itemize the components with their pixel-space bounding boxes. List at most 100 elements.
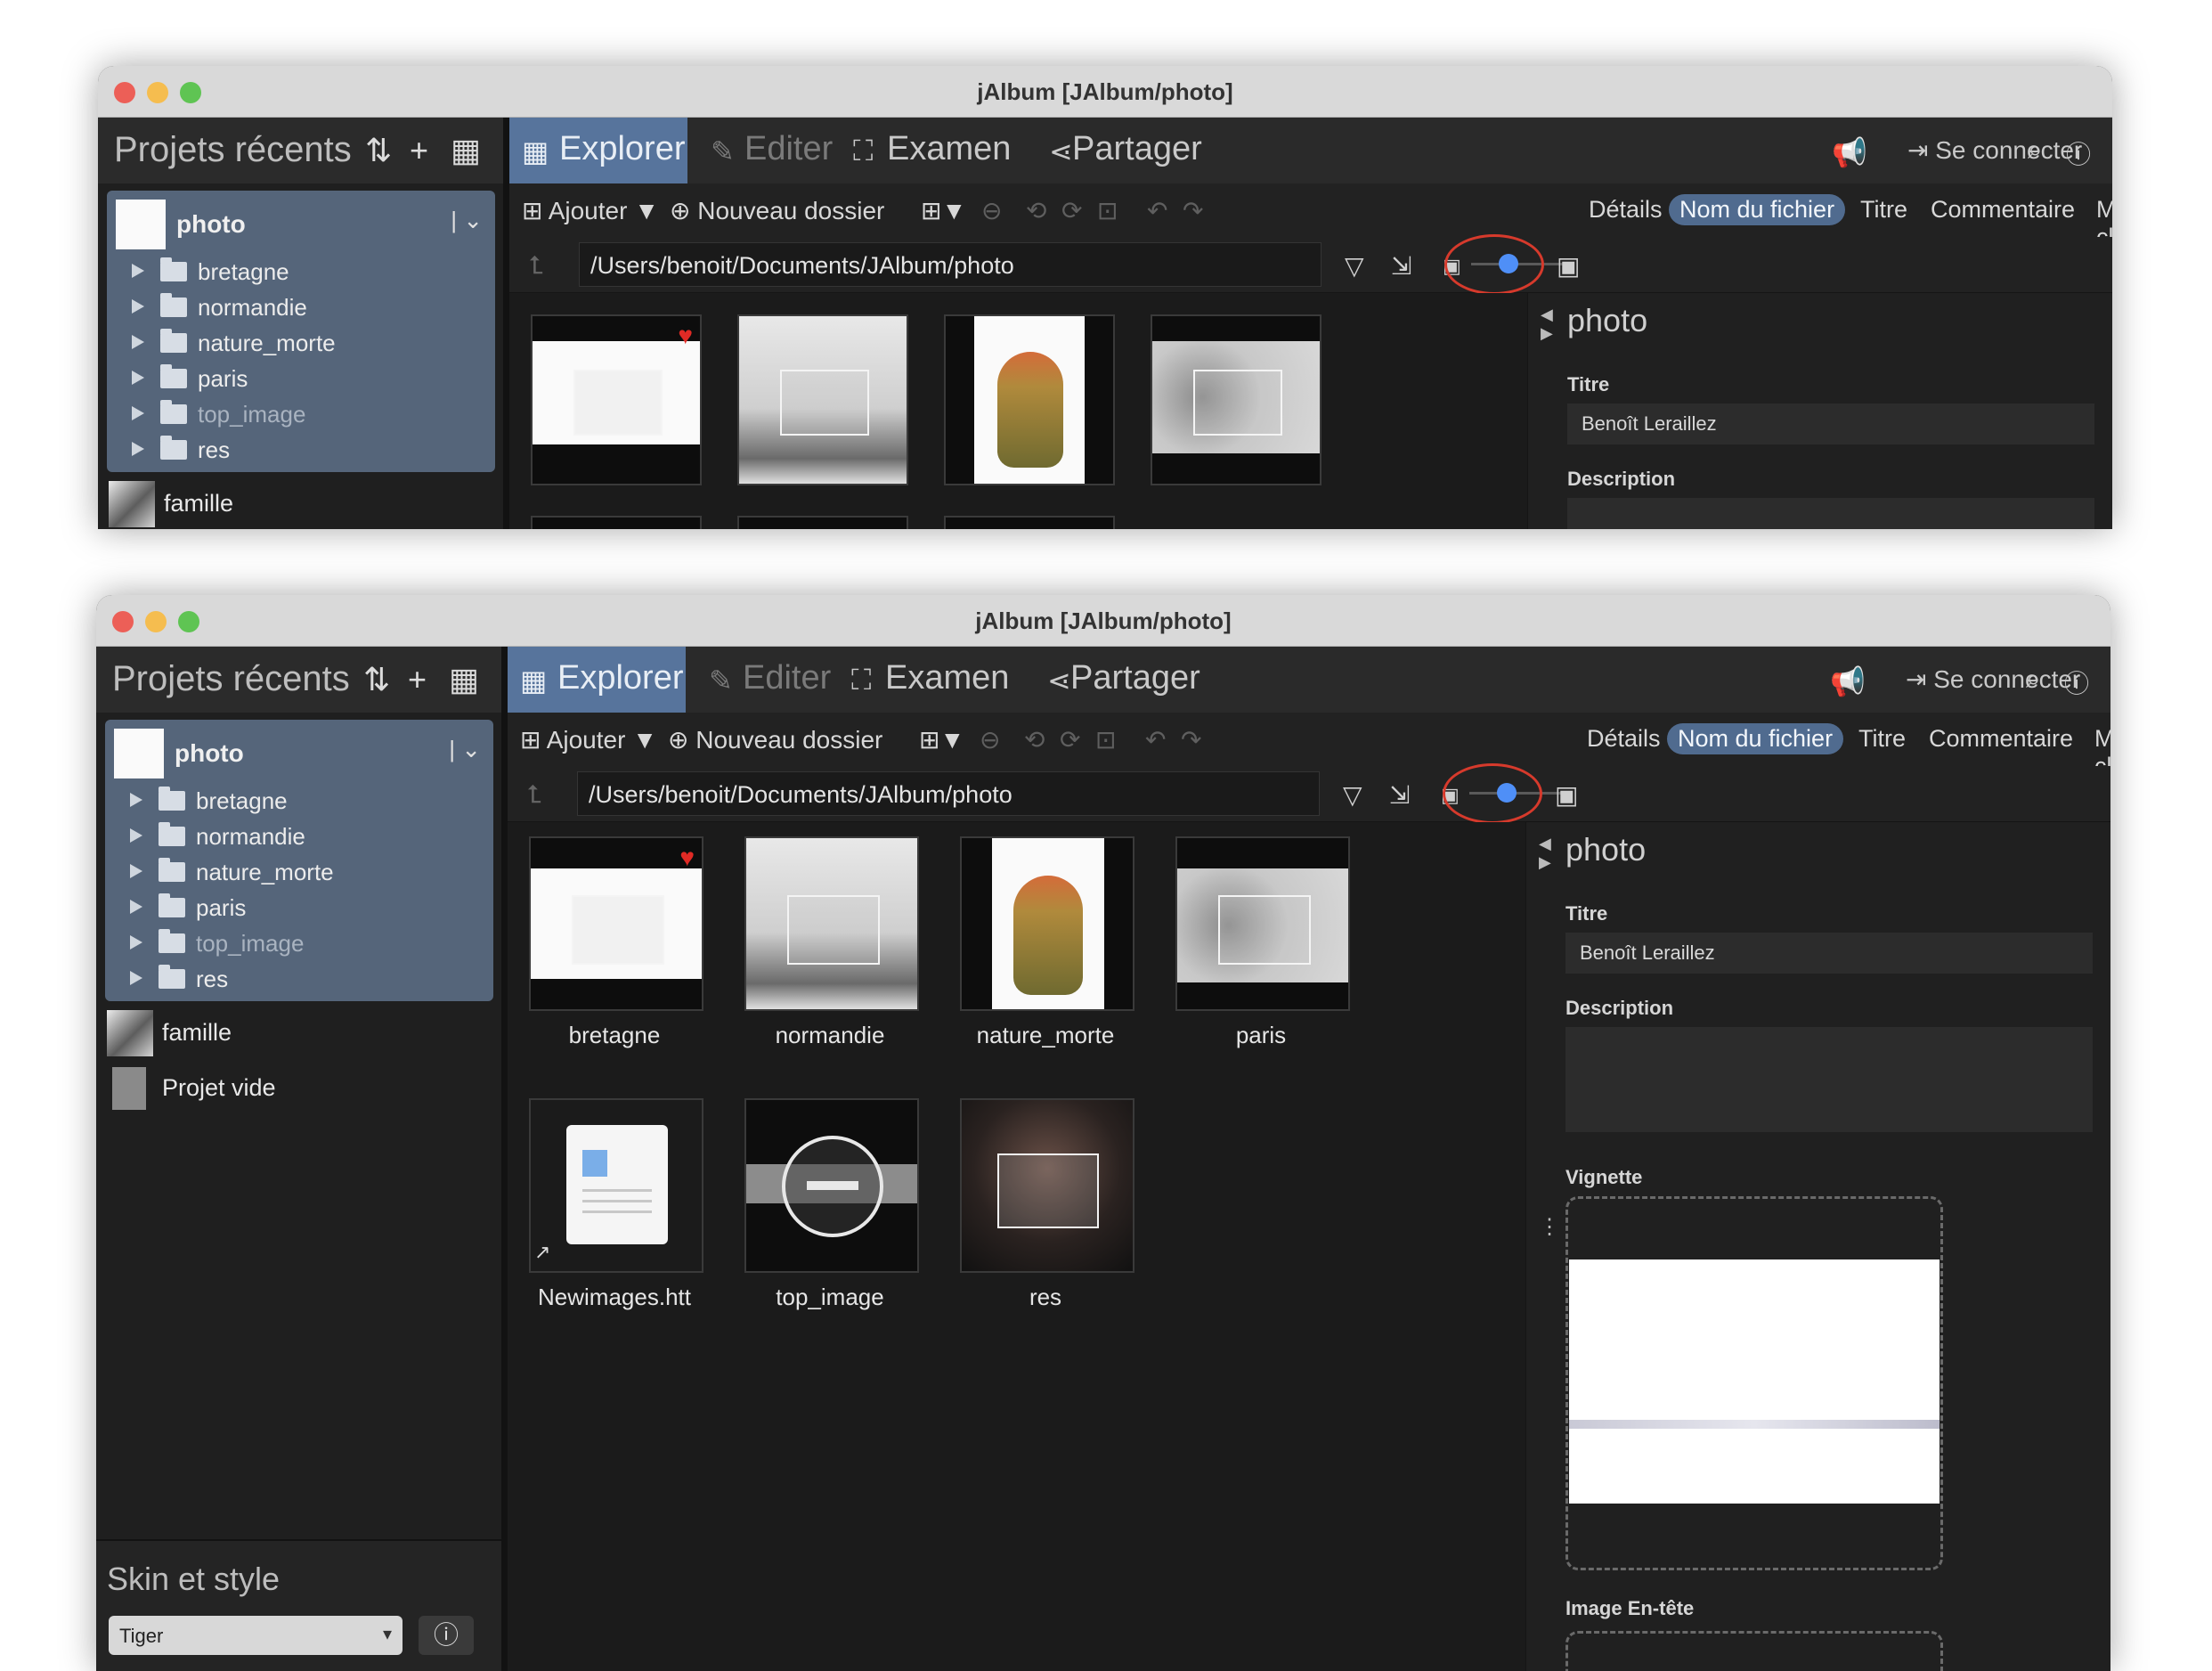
- expand-arrow-icon[interactable]: [132, 264, 144, 278]
- remove-icon[interactable]: ⊖: [980, 725, 1000, 754]
- rotate-left-icon[interactable]: ⟲: [1026, 196, 1046, 225]
- tab-examen[interactable]: ⛶ Examen: [839, 647, 1017, 713]
- expand-arrow-icon[interactable]: [132, 299, 144, 314]
- new-file-menu-icon[interactable]: ⊞▼: [919, 725, 964, 754]
- thumbnail-image: [960, 1098, 1134, 1273]
- tab-explorer[interactable]: ▦ Explorer: [508, 647, 686, 713]
- redo-icon[interactable]: ↷: [1183, 196, 1203, 225]
- tab-explorer[interactable]: ▦ Explorer: [509, 118, 687, 183]
- project-menu-chevron-icon[interactable]: | ⌄: [451, 207, 483, 234]
- refresh-icon[interactable]: ⊡: [1097, 196, 1118, 225]
- expand-arrow-icon[interactable]: [130, 900, 142, 914]
- search-icon[interactable]: ⌕: [2028, 135, 2043, 166]
- title-field[interactable]: Benoît Leraillez: [1565, 933, 2093, 974]
- title-field[interactable]: Benoît Leraillez: [1567, 403, 2094, 444]
- folder-icon: [159, 822, 185, 846]
- document-icon: [566, 1125, 668, 1244]
- expand-arrow-icon[interactable]: [132, 371, 144, 385]
- rotate-left-icon[interactable]: ⟲: [1024, 725, 1045, 754]
- splitter-handle-icon[interactable]: ⋮: [501, 1312, 519, 1343]
- window-title: jAlbum [JAlbum/photo]: [977, 78, 1233, 105]
- expand-arrow-icon[interactable]: [132, 335, 144, 349]
- add-icon[interactable]: +: [408, 661, 427, 698]
- search-icon[interactable]: ⌕: [2026, 664, 2041, 695]
- favorite-heart-icon[interactable]: ♥: [678, 322, 693, 350]
- add-icon[interactable]: +: [410, 132, 428, 169]
- parent-folder-icon[interactable]: ⮤: [529, 251, 544, 281]
- redo-icon[interactable]: ↷: [1181, 725, 1201, 754]
- connect-button[interactable]: ⇥ Se connecter: [1906, 664, 2080, 694]
- export-icon[interactable]: ⇲: [1389, 780, 1410, 810]
- new-file-menu-icon[interactable]: ⊞▼: [921, 196, 966, 225]
- sidebar-splitter[interactable]: [503, 118, 509, 529]
- skin-panel: Skin et style Tiger ▾ ⓘ: [96, 1539, 501, 1671]
- panel-splitter-handle-icon[interactable]: ⋮: [1539, 1214, 1560, 1240]
- tab-examen[interactable]: ⛶ Examen: [841, 118, 1019, 183]
- folder-icon: [159, 965, 185, 989]
- sort-icon[interactable]: ⇅: [365, 132, 392, 169]
- expand-arrow-icon[interactable]: [130, 971, 142, 985]
- undo-icon[interactable]: ↶: [1147, 196, 1167, 225]
- expand-arrow-icon[interactable]: [132, 406, 144, 420]
- filter-icon[interactable]: ▽: [1343, 780, 1362, 810]
- favorite-heart-icon[interactable]: ♥: [679, 844, 695, 872]
- sort-title[interactable]: Titre: [1848, 723, 1916, 754]
- thumbnail-drop-zone[interactable]: [1565, 1196, 1943, 1570]
- expand-arrow-icon[interactable]: [132, 442, 144, 456]
- announcement-icon[interactable]: 📢: [1832, 135, 1867, 169]
- help-icon[interactable]: ⓘ: [2064, 664, 2089, 700]
- tab-partager[interactable]: ⋖ Partager: [1037, 118, 1215, 183]
- grid-view-icon[interactable]: ▦: [451, 132, 481, 169]
- announcement-icon[interactable]: 📢: [1830, 664, 1866, 698]
- help-icon[interactable]: ⓘ: [2066, 135, 2091, 171]
- expand-arrow-icon[interactable]: [130, 864, 142, 878]
- sidebar-splitter[interactable]: [501, 647, 508, 1671]
- thumbnail-label: Vignette: [1565, 1166, 1643, 1188]
- undo-icon[interactable]: ↶: [1145, 725, 1166, 754]
- sort-details[interactable]: Détails: [1576, 723, 1671, 754]
- tab-editer[interactable]: ✎ Editer: [696, 647, 831, 713]
- header-image-drop-zone[interactable]: [1565, 1631, 1943, 1671]
- folder-icon: [160, 293, 187, 317]
- path-field[interactable]: /Users/benoit/Documents/JAlbum/photo: [579, 242, 1322, 287]
- sort-filename[interactable]: Nom du fichier: [1667, 723, 1844, 754]
- export-icon[interactable]: ⇲: [1391, 251, 1411, 281]
- add-button[interactable]: ⊞ Ajouter ▼: [520, 725, 657, 754]
- expand-arrow-icon[interactable]: [130, 828, 142, 843]
- sort-details[interactable]: Détails: [1578, 194, 1673, 225]
- refresh-icon[interactable]: ⊡: [1095, 725, 1116, 754]
- sort-title[interactable]: Titre: [1850, 194, 1918, 225]
- tab-editer[interactable]: ✎ Editer: [698, 118, 833, 183]
- sort-icon[interactable]: ⇅: [363, 661, 390, 698]
- folder-name: photo: [1565, 831, 1647, 868]
- project-menu-chevron-icon[interactable]: | ⌄: [449, 736, 481, 763]
- sort-comment[interactable]: Commentaire: [1920, 194, 2086, 225]
- sort-filename[interactable]: Nom du fichier: [1669, 194, 1846, 225]
- remove-icon[interactable]: ⊖: [981, 196, 1002, 225]
- skin-select[interactable]: Tiger ▾: [109, 1616, 403, 1655]
- expand-arrow-icon[interactable]: [130, 935, 142, 950]
- collapse-arrows-icon[interactable]: ◀ ▶: [1539, 835, 1551, 872]
- connect-button[interactable]: ⇥ Se connecter: [1907, 135, 2082, 165]
- add-button[interactable]: ⊞ Ajouter ▼: [522, 196, 659, 225]
- collapse-arrows-icon[interactable]: ◀ ▶: [1541, 306, 1553, 343]
- rotate-right-icon[interactable]: ⟳: [1061, 196, 1082, 225]
- large-thumbnail-icon[interactable]: ▣: [1555, 780, 1578, 810]
- skin-info-icon[interactable]: ⓘ: [419, 1616, 474, 1655]
- grid-view-icon[interactable]: ▦: [449, 661, 479, 698]
- filter-icon[interactable]: ▽: [1345, 251, 1364, 281]
- pencil-icon: ✎: [709, 664, 733, 697]
- description-field[interactable]: [1565, 1027, 2093, 1132]
- sort-comment[interactable]: Commentaire: [1918, 723, 2084, 754]
- description-field[interactable]: [1567, 498, 2094, 529]
- new-folder-button[interactable]: ⊕ Nouveau dossier: [668, 725, 882, 754]
- recent-projects-title: Projets récents: [114, 130, 352, 169]
- project-thumbnail: [114, 729, 164, 778]
- tab-partager[interactable]: ⋖ Partager: [1035, 647, 1213, 713]
- path-field[interactable]: /Users/benoit/Documents/JAlbum/photo: [577, 771, 1320, 816]
- expand-arrow-icon[interactable]: [130, 793, 142, 807]
- large-thumbnail-icon[interactable]: ▣: [1557, 251, 1580, 281]
- parent-folder-icon[interactable]: ⮤: [527, 780, 542, 810]
- new-folder-button[interactable]: ⊕ Nouveau dossier: [670, 196, 884, 225]
- rotate-right-icon[interactable]: ⟳: [1060, 725, 1080, 754]
